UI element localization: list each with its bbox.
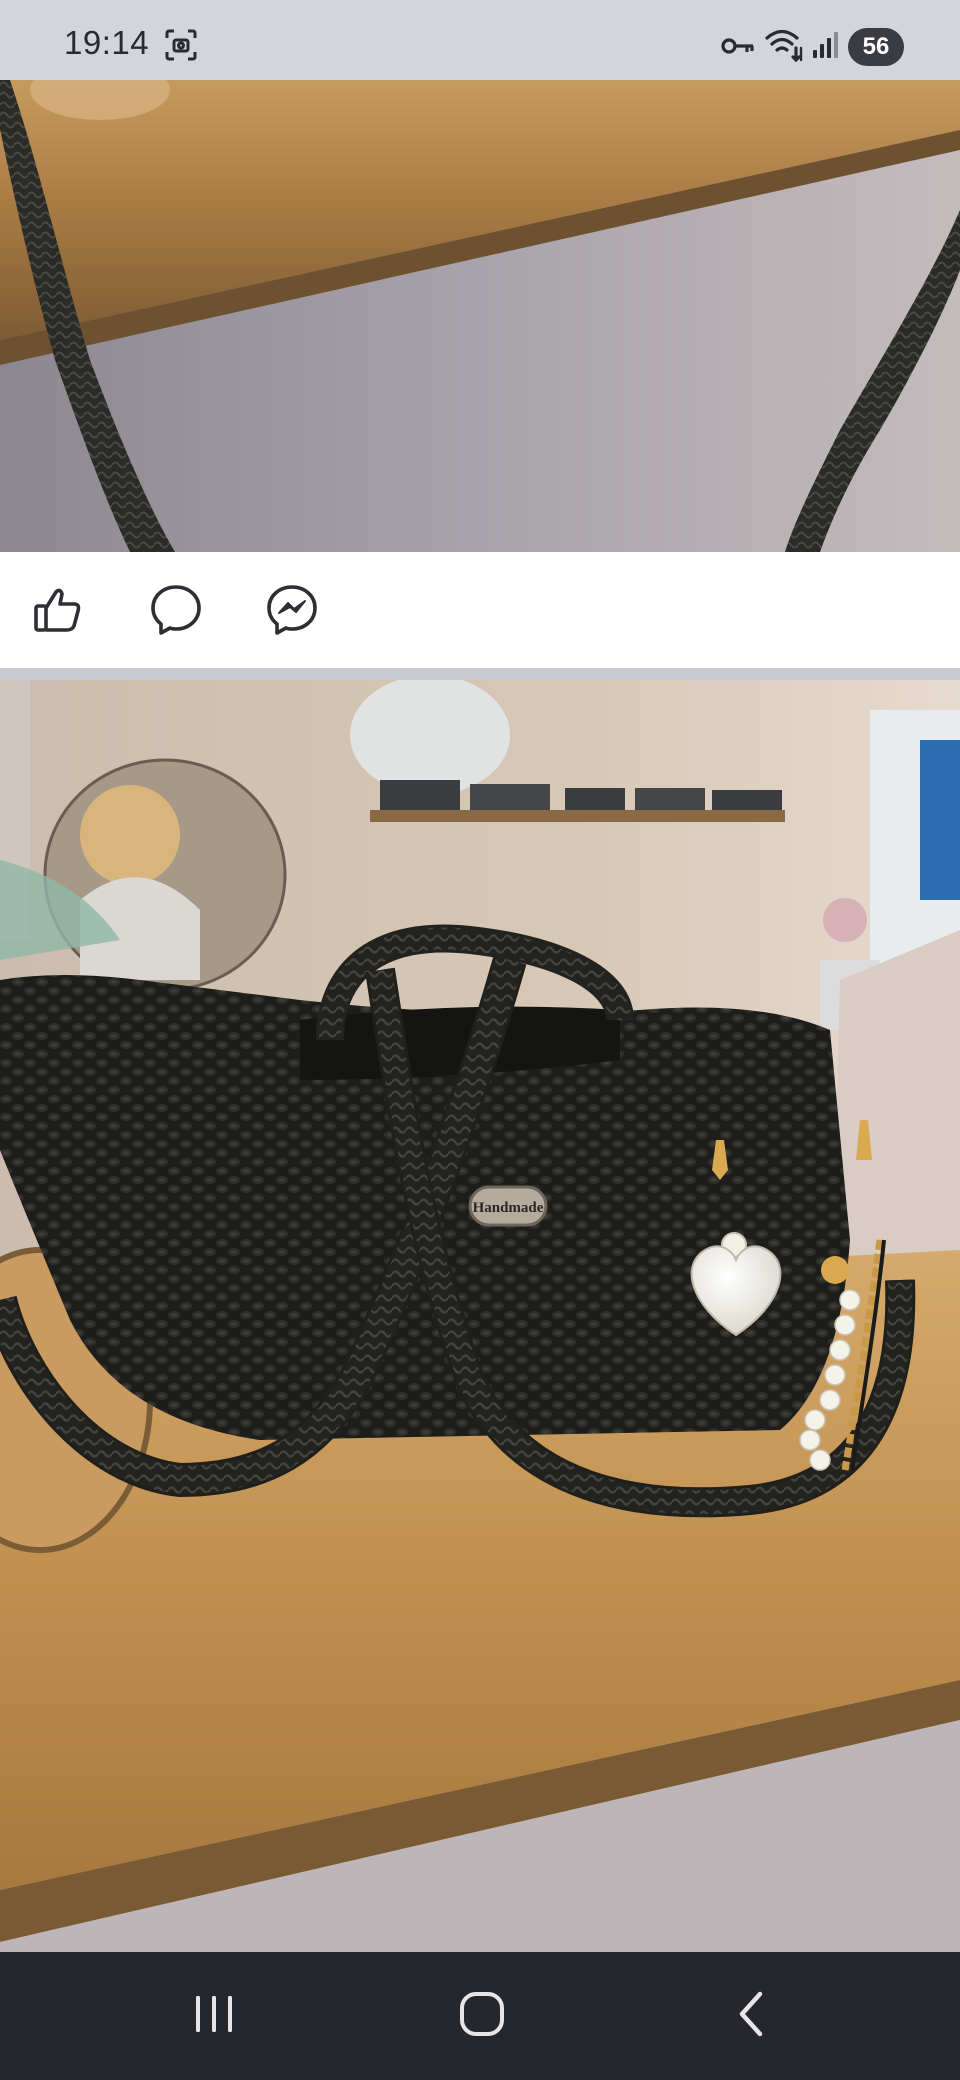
recent-apps-button[interactable] — [184, 1988, 244, 2044]
thumbs-up-icon — [32, 584, 84, 641]
screen: 19:14 56 Handmade — [0, 0, 960, 2080]
home-button[interactable] — [452, 1988, 512, 2044]
screenshot-icon — [164, 28, 198, 67]
bag-tag-label: Handmade — [473, 1200, 544, 1216]
post-divider — [0, 668, 960, 680]
comment-button[interactable] — [146, 582, 206, 642]
status-bar: 19:14 56 — [0, 0, 960, 80]
post-image-top[interactable] — [0, 80, 960, 552]
like-button[interactable] — [28, 582, 88, 642]
system-nav-bar — [0, 1952, 960, 2080]
wifi-icon — [764, 26, 804, 67]
status-time: 19:14 — [64, 24, 150, 61]
signal-icon — [812, 30, 840, 65]
messenger-icon — [265, 583, 319, 642]
back-button[interactable] — [722, 1988, 782, 2044]
home-icon — [458, 1990, 506, 2043]
messenger-button[interactable] — [262, 582, 322, 642]
post-action-bar — [0, 552, 960, 668]
recent-apps-icon — [192, 1992, 236, 2041]
comment-bubble-icon — [149, 583, 203, 642]
back-icon — [732, 1990, 772, 2043]
key-icon — [720, 32, 756, 65]
battery-level: 56 — [848, 28, 904, 66]
post-image-bag[interactable]: Handmade — [0, 680, 960, 1952]
